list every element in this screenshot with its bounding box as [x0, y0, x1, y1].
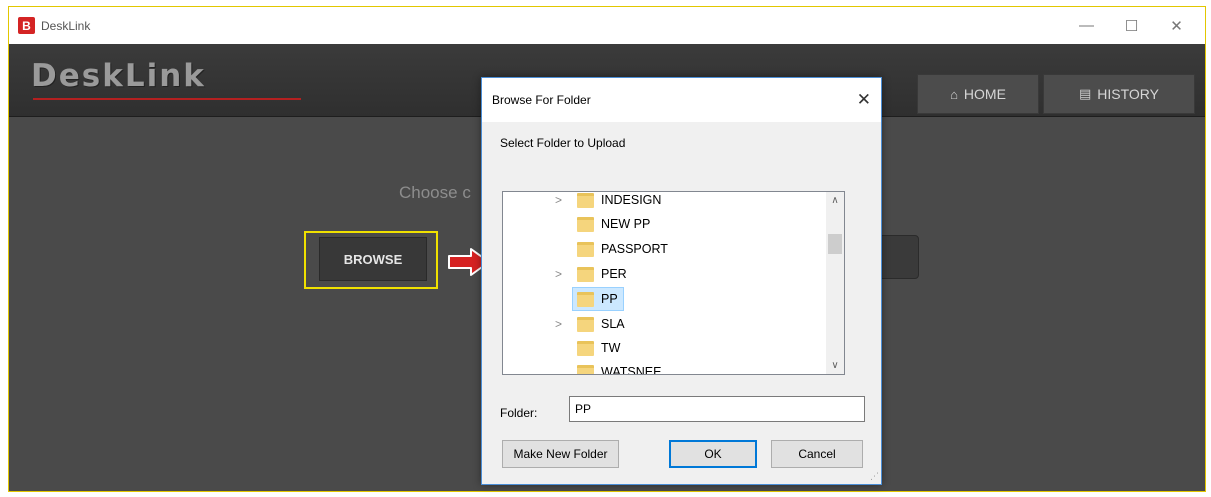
choose-folder-prompt: Choose c	[399, 183, 471, 202]
folder-icon	[577, 364, 594, 374]
tree-scrollbar[interactable]: ∧ ∨	[826, 192, 844, 374]
home-icon: ⌂	[950, 86, 958, 102]
window-controls: — ☐ ✕	[1064, 7, 1199, 44]
tree-item-label: WATSNEE	[601, 365, 662, 375]
tree-item-passport[interactable]: PASSPORT	[503, 237, 829, 261]
make-new-folder-button[interactable]: Make New Folder	[502, 440, 619, 468]
folder-icon	[577, 316, 594, 332]
logo-underline	[33, 98, 301, 100]
expand-chevron-icon[interactable]: >	[555, 317, 562, 331]
tree-item-watsnee[interactable]: WATSNEE	[503, 360, 829, 375]
history-icon: ▤	[1078, 86, 1092, 101]
tree-item-label: TW	[601, 341, 621, 355]
tree-item-label: PER	[601, 267, 627, 281]
dialog-title: Browse For Folder	[492, 93, 591, 107]
folder-icon	[577, 241, 594, 257]
scroll-up-icon[interactable]: ∧	[826, 192, 844, 209]
scroll-down-icon[interactable]: ∨	[826, 357, 844, 374]
folder-icon	[577, 291, 594, 307]
maximize-button[interactable]: ☐	[1109, 7, 1154, 44]
dialog-description: Select Folder to Upload	[500, 136, 626, 150]
tree-item-pp[interactable]: PP	[503, 287, 829, 311]
home-label: HOME	[963, 86, 1006, 102]
folder-icon	[577, 266, 594, 282]
ok-button[interactable]: OK	[669, 440, 757, 468]
folder-icon	[577, 192, 594, 208]
logo: DeskLink	[31, 58, 206, 94]
expand-chevron-icon[interactable]: >	[555, 193, 562, 207]
tree-item-label: PASSPORT	[601, 242, 668, 256]
tree-item-new-pp[interactable]: NEW PP	[503, 212, 829, 236]
dialog-titlebar[interactable]: Browse For Folder ✕	[482, 78, 881, 122]
resize-grip-icon[interactable]: ⋰	[870, 471, 879, 482]
tree-item-sla[interactable]: > SLA	[503, 312, 829, 336]
window-titlebar[interactable]: B DeskLink — ☐ ✕	[9, 7, 1205, 44]
tree-item-label: PP	[601, 292, 618, 306]
dialog-close-icon[interactable]: ✕	[857, 90, 871, 110]
minimize-button[interactable]: —	[1064, 7, 1109, 44]
home-button[interactable]: ⌂ HOME	[917, 74, 1039, 114]
tree-item-label: INDESIGN	[601, 193, 662, 207]
tree-item-label: NEW PP	[601, 217, 651, 231]
browse-highlight-box	[304, 231, 438, 289]
expand-chevron-icon[interactable]: >	[555, 267, 562, 281]
folder-tree[interactable]: > INDESIGN NEW PP PASSPORT > PER PP > SL…	[502, 191, 845, 375]
folder-icon	[577, 216, 594, 232]
tree-item-tw[interactable]: TW	[503, 336, 829, 360]
cancel-button[interactable]: Cancel	[771, 440, 863, 468]
folder-field-label: Folder:	[500, 406, 538, 420]
tree-item-indesign[interactable]: > INDESIGN	[503, 192, 829, 212]
folder-name-input[interactable]: PP	[569, 396, 865, 422]
window-title: DeskLink	[41, 18, 91, 33]
browse-for-folder-dialog: Browse For Folder ✕ Select Folder to Upl…	[481, 77, 882, 485]
tree-item-label: SLA	[601, 317, 625, 331]
app-icon: B	[18, 17, 35, 34]
folder-icon	[577, 340, 594, 356]
history-label: HISTORY	[1097, 86, 1160, 102]
history-button[interactable]: ▤ HISTORY	[1043, 74, 1195, 114]
scrollbar-thumb[interactable]	[828, 234, 842, 254]
tree-item-per[interactable]: > PER	[503, 262, 829, 286]
close-button[interactable]: ✕	[1154, 7, 1199, 44]
